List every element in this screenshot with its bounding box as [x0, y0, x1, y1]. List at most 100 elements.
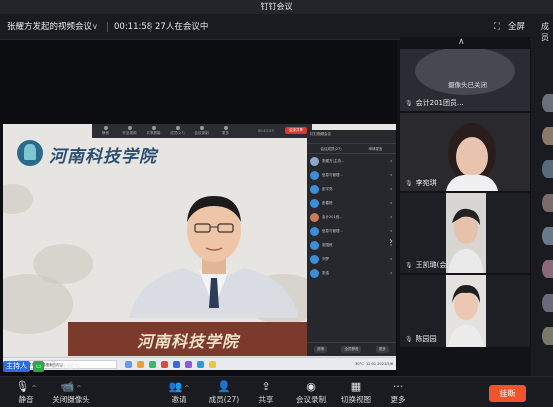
- mic-icon: ⏺: [390, 187, 392, 191]
- avatar[interactable]: [542, 160, 553, 178]
- avatar[interactable]: [542, 294, 553, 312]
- mic-icon: 🎙: [49, 360, 58, 369]
- share-more-button[interactable]: 更多: [218, 126, 233, 136]
- list-item[interactable]: 信息与管理... ⏺: [307, 224, 396, 238]
- avatar: [310, 184, 319, 194]
- record-button[interactable]: ◉ 会议录制: [292, 379, 330, 405]
- hangup-button[interactable]: 挂断: [489, 385, 526, 402]
- meeting-title[interactable]: 张耀方发起的视频会议: [7, 14, 92, 40]
- presenter-video: [129, 196, 299, 318]
- podium: 河南科技学院: [68, 322, 308, 356]
- share-mute-button[interactable]: 静音: [98, 126, 113, 136]
- participant-tiles: ∧ 摄像头已关闭 🎙 会计201团员... 🎙 李宛琪 🎙 王凯璐(会... 🎙…: [400, 37, 530, 376]
- list-item[interactable]: 张浩 ⏺: [307, 266, 396, 280]
- member-rail-title: 成员: [541, 22, 549, 42]
- list-item[interactable]: 张耀方(主持... ⏺: [307, 154, 396, 168]
- avatar: [310, 240, 319, 250]
- host-badge: 主持人: [3, 360, 30, 372]
- tab-requests[interactable]: 申请发言: [369, 144, 383, 153]
- list-item[interactable]: 张国栋 ⏺: [307, 238, 396, 252]
- record-icon: ◉: [306, 380, 316, 393]
- mic-icon: 🎙: [405, 179, 413, 187]
- camera-off-status: 摄像头已关闭: [448, 81, 487, 89]
- participant-tile[interactable]: 摄像头已关闭 🎙 会计201团员...: [400, 49, 530, 111]
- member-side-rail: 成员: [531, 14, 553, 376]
- avatar: [310, 226, 319, 236]
- invite-button[interactable]: 👥 ^ 邀请: [165, 379, 193, 405]
- window-title: 钉钉会议: [260, 2, 293, 11]
- list-item[interactable]: 彭春艳 ⏺: [307, 196, 396, 210]
- participant-tile[interactable]: 🎙 李宛琪: [400, 113, 530, 191]
- mute-button[interactable]: 🎙 ^ 静音: [10, 379, 42, 405]
- list-item[interactable]: 会计201班... ⏺: [307, 210, 396, 224]
- chevron-down-icon[interactable]: ∨: [92, 14, 98, 40]
- tab-members[interactable]: 会议成员(27): [320, 144, 341, 153]
- avatar[interactable]: [542, 194, 553, 212]
- participant-tile[interactable]: 🎙 王凯璐(会...: [400, 193, 530, 273]
- list-item[interactable]: 信息与管理... ⏺: [307, 168, 396, 182]
- mic-icon: ⏺: [390, 271, 392, 275]
- avatar: [310, 212, 319, 222]
- attendance-count: 27人在会议中: [155, 22, 209, 32]
- list-item[interactable]: 彭宇亮 ⏺: [307, 182, 396, 196]
- avatar: [310, 170, 319, 180]
- panel-invite-button[interactable]: 邀请: [314, 346, 328, 353]
- school-logo-text: 河南科技学院: [49, 147, 157, 167]
- panel-mute-all-button[interactable]: 全员静音: [341, 346, 362, 353]
- chevron-right-icon[interactable]: ›: [389, 236, 393, 247]
- participant-name: 🎙 会计201团员...: [405, 99, 464, 107]
- school-logo-icon: [17, 140, 43, 166]
- camera-icon: 📹 ^: [60, 380, 82, 393]
- taskbar-app-icon: [173, 361, 180, 368]
- mic-icon: 🎙: [405, 261, 413, 269]
- more-icon: ···: [392, 380, 404, 393]
- share-button[interactable]: ⇪ 共享: [252, 379, 280, 405]
- more-button[interactable]: ··· 更多: [385, 379, 411, 405]
- share-members-button[interactable]: 成员(27): [170, 126, 185, 136]
- share-record-button[interactable]: 会议录制: [194, 126, 209, 136]
- taskbar-app-icon: [185, 361, 192, 368]
- mic-icon: ⏺: [390, 215, 392, 219]
- avatar[interactable]: [542, 127, 553, 145]
- participant-name: 🎙 陈园园: [405, 335, 437, 343]
- participant-name: 🎙 李宛琪: [405, 179, 437, 187]
- divider: [107, 22, 108, 32]
- host-name: 张耀方: [59, 361, 82, 371]
- panel-more-button[interactable]: 更多: [375, 346, 389, 353]
- mic-icon: ⏺: [390, 201, 392, 205]
- share-screen-icon: ⇪: [261, 380, 271, 393]
- grid-icon: ▦: [350, 380, 362, 393]
- share-screen-button[interactable]: 共享屏幕: [146, 126, 161, 136]
- avatar[interactable]: [542, 327, 553, 345]
- mic-icon: ⏺: [390, 229, 392, 233]
- taskbar-app-icon: [161, 361, 168, 368]
- shared-panel-header: 钉钉视频会议: [307, 130, 396, 144]
- meeting-toolbar: 🎙 ^ 静音 📹 ^ 关闭摄像头 👥 ^ 邀请 👤 成员(27) ⇪ 共享 ◉ 会议录制 ▦ 切换视…: [0, 376, 553, 407]
- members-icon: 👤: [217, 380, 231, 393]
- taskbar-app-icon: [125, 361, 132, 368]
- share-video-button[interactable]: 开启视频: [122, 126, 137, 136]
- chevron-up-icon[interactable]: ∧: [458, 37, 465, 47]
- mic-icon: ⏺: [390, 173, 392, 177]
- main-video-stage: 河南科技学院 静音 开启视频 共享屏幕 成员(27) 会议录制 更多 00:11…: [0, 40, 397, 376]
- divider: [150, 22, 151, 32]
- members-button[interactable]: 👤 成员(27): [204, 379, 244, 405]
- participant-tile[interactable]: 🎙 陈园园: [400, 275, 530, 347]
- shared-screen: 河南科技学院 静音 开启视频 共享屏幕 成员(27) 会议录制 更多 00:11…: [3, 124, 396, 370]
- window-titlebar: 钉钉会议: [0, 0, 553, 14]
- host-label: 主持人 ▭ 🎙 张耀方: [3, 360, 82, 372]
- taskbar-app-icon: [137, 361, 144, 368]
- list-item[interactable]: 刘梦 ⏺: [307, 252, 396, 266]
- avatar[interactable]: [542, 94, 553, 112]
- avatar: [310, 268, 319, 278]
- avatar[interactable]: [542, 260, 553, 278]
- avatar[interactable]: [542, 227, 553, 245]
- screen-share-icon: ▭: [33, 360, 44, 372]
- podium-text: 河南科技学院: [136, 332, 239, 351]
- end-share-button[interactable]: 结束共享: [285, 127, 307, 134]
- avatar: [310, 198, 319, 208]
- camera-button[interactable]: 📹 ^ 关闭摄像头: [48, 379, 94, 405]
- layout-button[interactable]: ▦ 切换视图: [336, 379, 376, 405]
- avatar: [310, 254, 319, 264]
- add-user-icon: 👥 ^: [168, 380, 190, 393]
